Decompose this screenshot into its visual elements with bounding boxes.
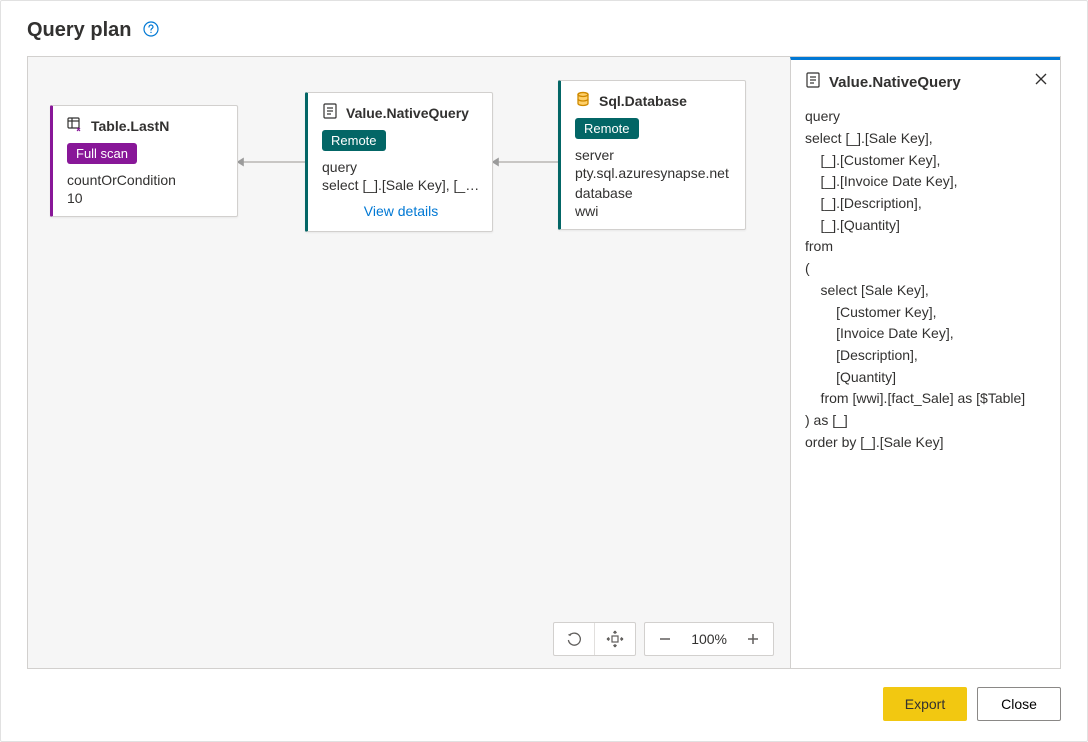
param-value: pty.sql.azuresynapse.net: [575, 165, 733, 181]
param-label: countOrCondition: [67, 172, 225, 188]
param-value: select [_].[Sale Key], [_]....: [322, 177, 480, 193]
close-panel-button[interactable]: [1034, 72, 1050, 88]
zoom-out-button[interactable]: [645, 623, 685, 655]
panel-title: Value.NativeQuery: [829, 74, 961, 91]
remote-badge: Remote: [575, 118, 639, 139]
node-sql-database[interactable]: Sql.Database Remote server pty.sql.azure…: [558, 80, 746, 230]
node-title: Sql.Database: [599, 93, 687, 109]
reset-button[interactable]: [554, 623, 594, 655]
param-label: server: [575, 147, 733, 163]
panel-query-text: select [_].[Sale Key], [_].[Customer Key…: [805, 128, 1044, 453]
script-icon: [805, 72, 821, 92]
plan-canvas[interactable]: Table.LastN Full scan countOrCondition 1…: [28, 57, 790, 668]
node-native-query[interactable]: Value.NativeQuery Remote query select [_…: [305, 92, 493, 232]
fit-button[interactable]: [595, 623, 635, 655]
details-panel: Value.NativeQuery query select [_].[Sale…: [790, 57, 1060, 668]
export-button[interactable]: Export: [883, 687, 967, 721]
table-icon: [67, 116, 83, 135]
param-label: database: [575, 185, 733, 201]
view-details-link[interactable]: View details: [322, 203, 480, 219]
script-icon: [322, 103, 338, 122]
zoom-level: 100%: [685, 631, 733, 647]
param-value: 10: [67, 190, 225, 206]
page-title: Query plan: [27, 19, 131, 42]
panel-param-label: query: [805, 108, 1044, 124]
node-title: Value.NativeQuery: [346, 105, 469, 121]
zoom-in-button[interactable]: [733, 623, 773, 655]
node-table-lastn[interactable]: Table.LastN Full scan countOrCondition 1…: [50, 105, 238, 217]
remote-badge: Remote: [322, 130, 386, 151]
database-icon: [575, 91, 591, 110]
help-icon[interactable]: [143, 21, 159, 40]
fullscan-badge: Full scan: [67, 143, 137, 164]
param-value: wwi: [575, 203, 733, 219]
param-label: query: [322, 159, 480, 175]
close-button[interactable]: Close: [977, 687, 1061, 721]
node-title: Table.LastN: [91, 118, 169, 134]
